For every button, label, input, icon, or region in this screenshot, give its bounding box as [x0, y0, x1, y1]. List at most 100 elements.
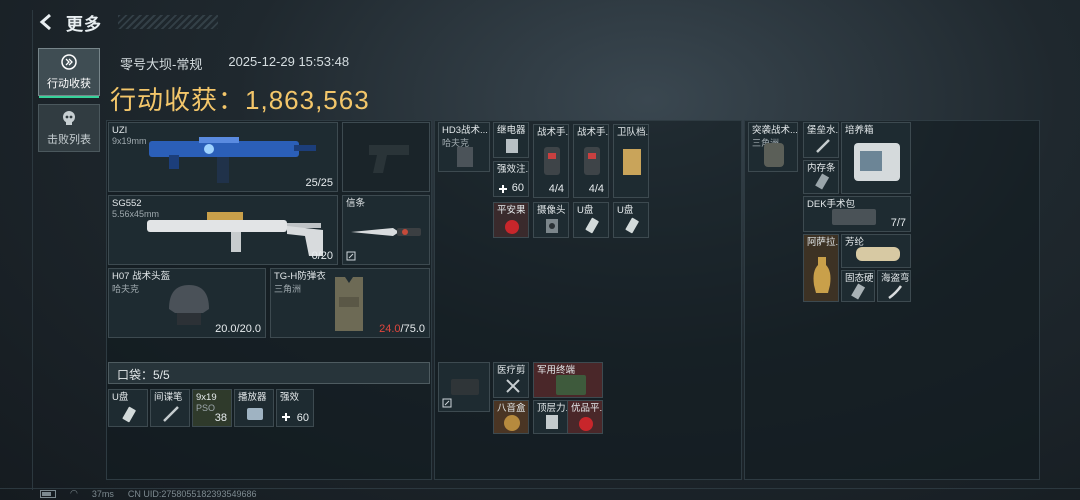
- match-datetime: 2025-12-29 15:53:48: [228, 54, 350, 69]
- skull-icon: [63, 111, 75, 125]
- rig-item[interactable]: 平安果: [493, 202, 529, 238]
- backpack-item[interactable]: DEK手术包 7/7: [803, 196, 911, 232]
- pocket-item[interactable]: 9x19 PSO 38: [192, 389, 232, 427]
- case-icon: [451, 379, 479, 395]
- chest-rig-slot[interactable]: HD3战术... 哈夫克: [438, 122, 490, 172]
- item-name: 阿萨拉...: [807, 237, 839, 248]
- pocket-header: 口袋：5/5: [108, 362, 430, 384]
- apple-icon: [579, 417, 593, 431]
- grenade-icon: [544, 147, 560, 175]
- match-meta: 零号大坝-常规 2025-12-29 15:53:48: [120, 54, 349, 73]
- vest-icon: [335, 277, 363, 331]
- pocket-item[interactable]: 间谍笔: [150, 389, 190, 427]
- item-count: 4/4: [548, 183, 564, 195]
- rig-item[interactable]: 战术手... 4/4: [533, 124, 569, 198]
- pouch-item[interactable]: 顶层力...: [533, 400, 569, 434]
- tab-loot[interactable]: 行动收获: [38, 48, 100, 98]
- sg552-icon: [147, 212, 323, 256]
- pouch-slot[interactable]: [438, 362, 490, 412]
- item-name: 堡垒水...: [807, 125, 839, 136]
- umbrella-icon: [816, 139, 830, 153]
- item-count: 60: [296, 412, 309, 424]
- backpack-item[interactable]: 海盗弯...: [877, 270, 911, 302]
- weapon-name: UZI: [112, 125, 128, 136]
- item-name: 间谍笔: [154, 392, 183, 403]
- wifi-icon: ◠: [70, 488, 78, 498]
- pistol-slot[interactable]: [342, 122, 430, 192]
- backpack-item[interactable]: 内存条: [803, 160, 839, 194]
- frame-line: [32, 10, 33, 490]
- secondary-weapon-slot[interactable]: SG552 5.56x45mm 0/20: [108, 195, 338, 265]
- rig-item[interactable]: U盘: [613, 202, 649, 238]
- durability-current: 24.0: [379, 323, 401, 335]
- relay-icon: [506, 139, 518, 153]
- item-count: 7/7: [890, 217, 906, 229]
- terminal-icon: [556, 375, 586, 395]
- backpack-item[interactable]: 固态硬...: [841, 270, 875, 302]
- rig-item[interactable]: 强效注... 60: [493, 161, 529, 197]
- item-count: 60: [511, 182, 524, 194]
- item-sub: PSO: [196, 403, 216, 413]
- pocket-item[interactable]: 强效 60: [276, 389, 314, 427]
- rig-icon: [457, 147, 473, 167]
- camera-icon: [546, 219, 558, 233]
- backpack-item[interactable]: 芳纶: [841, 234, 911, 268]
- bag-name: 突袭战术...: [752, 125, 798, 136]
- ammo-count: 25/25: [305, 177, 333, 189]
- map-name: 零号大坝-常规: [120, 57, 203, 72]
- loot-label: 行动收获：: [110, 85, 246, 115]
- item-name: 战术手...: [537, 127, 569, 138]
- pouch-item[interactable]: 医疗剪: [493, 362, 529, 398]
- back-arrow-icon: [39, 13, 51, 31]
- inspect-icon: [442, 398, 452, 408]
- item-name: 播放器: [238, 392, 267, 403]
- decorative-stripes: [118, 15, 218, 29]
- battery-icon: [40, 489, 56, 498]
- helmet-icon: [169, 285, 209, 325]
- surgery-kit-icon: [832, 209, 876, 225]
- backpack-item[interactable]: 培养箱: [841, 122, 911, 194]
- back-button[interactable]: 更多: [38, 10, 238, 34]
- backpack-item[interactable]: 阿萨拉...: [803, 234, 839, 302]
- durability-max: /75.0: [400, 323, 425, 335]
- tab-label: 行动收获: [47, 78, 91, 90]
- rig-item[interactable]: 继电器: [493, 122, 529, 158]
- usb-icon: [122, 406, 136, 423]
- rig-item[interactable]: 战术手... 4/4: [573, 124, 609, 198]
- ping: 37ms: [91, 488, 114, 499]
- loot-value: 1,863,563: [245, 85, 370, 115]
- pocket-item[interactable]: 播放器: [234, 389, 274, 427]
- uzi-icon: [149, 137, 316, 183]
- loot-total: 行动收获：1,863,563: [110, 80, 370, 117]
- pouch-item[interactable]: 优品平...: [567, 400, 603, 434]
- plus-icon: [282, 413, 290, 421]
- helmet-name: H07 战术头盔: [112, 271, 171, 282]
- backpack-slot[interactable]: 突袭战术... 三角洲: [748, 122, 798, 172]
- player-icon: [247, 408, 263, 420]
- item-name: 卫队档...: [617, 127, 649, 138]
- armor-slot[interactable]: TG-H防弹衣 三角洲 24.0/75.0: [270, 268, 430, 338]
- ammo-count: 0/20: [311, 250, 333, 262]
- melee-name: 信条: [346, 198, 366, 209]
- pouch-item[interactable]: 八音盒: [493, 400, 529, 434]
- fabric-roll-icon: [856, 247, 900, 261]
- ewer-icon: [813, 257, 831, 293]
- page-title: 更多: [66, 14, 102, 34]
- durability: 24.0/75.0: [379, 323, 425, 335]
- item-name: 医疗剪: [497, 365, 526, 376]
- tab-kill-list[interactable]: 击败列表: [38, 104, 100, 152]
- rig-item[interactable]: 卫队档...: [613, 124, 649, 198]
- item-name: 9x19: [196, 392, 217, 403]
- pocket-item[interactable]: U盘: [108, 389, 148, 427]
- backpack-item[interactable]: 堡垒水...: [803, 122, 839, 158]
- tab-label: 击败列表: [47, 134, 91, 146]
- pouch-item[interactable]: 军用终端: [533, 362, 603, 398]
- primary-weapon-slot[interactable]: UZI 9x19mm 25/25: [108, 122, 338, 192]
- helmet-slot[interactable]: H07 战术头盔 哈夫克 20.0/20.0: [108, 268, 266, 338]
- document-icon: [623, 149, 641, 175]
- item-name: 培养箱: [845, 125, 874, 136]
- rig-item[interactable]: 摄像头: [533, 202, 569, 238]
- scissors-icon: [506, 379, 520, 393]
- melee-slot[interactable]: 信条: [342, 195, 430, 265]
- rig-item[interactable]: U盘: [573, 202, 609, 238]
